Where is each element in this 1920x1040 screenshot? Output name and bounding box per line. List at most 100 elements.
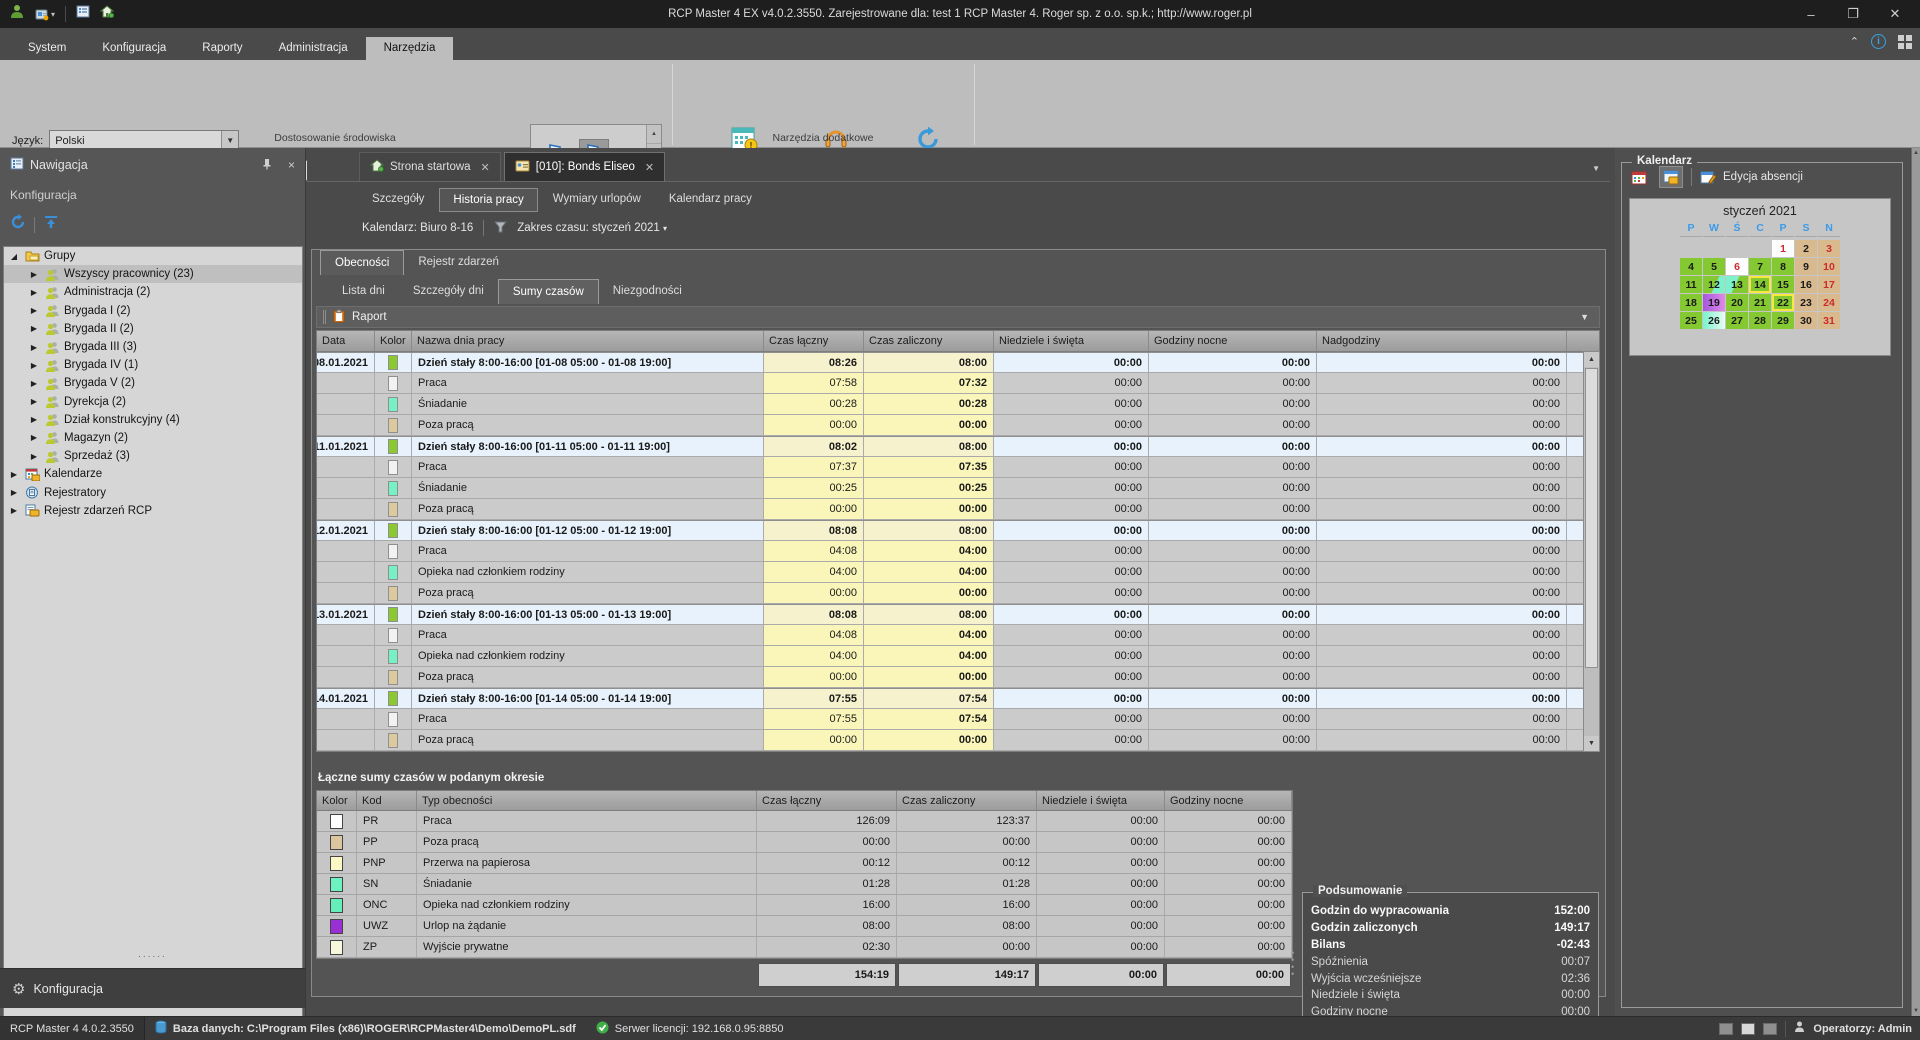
column-header[interactable]: Czas łączny <box>764 331 864 351</box>
collapsed-arrow-icon[interactable]: ▶ <box>28 270 40 279</box>
grid-row[interactable]: Śniadanie00:2800:2800:0000:0000:00 <box>317 394 1599 415</box>
scroll-up-icon[interactable]: ▲ <box>1584 352 1599 367</box>
collapsed-arrow-icon[interactable]: ▶ <box>8 506 20 515</box>
pin-icon[interactable] <box>262 158 272 173</box>
calendar-day[interactable]: 28 <box>1749 312 1771 329</box>
panel-splitter-grip[interactable]: ...... <box>0 949 305 960</box>
grid-row[interactable]: 14.01.2021Dzień stały 8:00-16:00 [01-14 … <box>317 688 1599 709</box>
grid-row[interactable]: Praca07:5507:5400:0000:0000:00 <box>317 709 1599 730</box>
menu-tab-system[interactable]: System <box>10 37 84 60</box>
tree-item[interactable]: ▶Rejestr zdarzeń RCP <box>4 502 302 520</box>
calendar-day[interactable]: 6 <box>1726 258 1748 275</box>
month-view-icon[interactable] <box>1627 166 1651 188</box>
collapsed-arrow-icon[interactable]: ▶ <box>28 324 40 333</box>
nav-footer-button[interactable]: ⚙ Konfiguracja <box>0 968 305 1008</box>
calendar-day[interactable]: 11 <box>1680 276 1702 293</box>
collapsed-arrow-icon[interactable]: ▶ <box>28 361 40 370</box>
tree-item[interactable]: ▶Kalendarze <box>4 465 302 483</box>
collapsed-arrow-icon[interactable]: ▶ <box>28 306 40 315</box>
tree-item[interactable]: ▶Brygada II (2) <box>4 320 302 338</box>
monitor-icon[interactable] <box>1719 1023 1733 1035</box>
column-header[interactable]: Godziny nocne <box>1165 791 1292 810</box>
grid-row[interactable]: Praca07:5807:3200:0000:0000:00 <box>317 373 1599 394</box>
collapse-band-icon[interactable]: ▼ <box>1580 312 1589 322</box>
tree-item[interactable]: ▶Dział konstrukcyjny (4) <box>4 411 302 429</box>
calendar-day[interactable]: 24 <box>1818 294 1840 311</box>
calendar-day[interactable]: 5 <box>1703 258 1725 275</box>
grid-row[interactable]: 11.01.2021Dzień stały 8:00-16:00 [01-11 … <box>317 436 1599 457</box>
column-header[interactable]: Data <box>317 331 375 351</box>
calendar-day[interactable]: 19 <box>1703 294 1725 311</box>
scroll-thumb[interactable] <box>1585 368 1598 668</box>
calendar-day[interactable]: 14 <box>1749 276 1771 293</box>
grid-row[interactable]: Praca04:0804:0000:0000:0000:00 <box>317 625 1599 646</box>
tree-item[interactable]: ▶Brygada IV (1) <box>4 356 302 374</box>
close-panel-icon[interactable]: × <box>288 158 295 172</box>
calendar-day[interactable]: 20 <box>1726 294 1748 311</box>
collapsed-arrow-icon[interactable]: ▶ <box>28 343 40 352</box>
menu-tab-konfiguracja[interactable]: Konfiguracja <box>84 37 184 60</box>
calendar-day[interactable]: 1 <box>1772 240 1794 257</box>
column-header[interactable]: Kolor <box>375 331 412 351</box>
tree-item[interactable]: ▶Wszyscy pracownicy (23) <box>4 265 302 283</box>
tree-item[interactable]: ▶Brygada III (3) <box>4 338 302 356</box>
section-tab[interactable]: Rejestr zdarzeń <box>404 250 513 275</box>
grid-row[interactable]: Opieka nad członkiem rodziny04:0004:0000… <box>317 646 1599 667</box>
calendar-day[interactable]: 7 <box>1749 258 1771 275</box>
calendar-day[interactable]: 4 <box>1680 258 1702 275</box>
calendar-day[interactable]: 21 <box>1749 294 1771 311</box>
document-tab[interactable]: [010]: Bonds Eliseo✕ <box>504 152 665 181</box>
grid-row[interactable]: 08.01.2021Dzień stały 8:00-16:00 [01-08 … <box>317 352 1599 373</box>
options-list-icon[interactable] <box>76 5 90 23</box>
maximize-button[interactable]: ❐ <box>1834 3 1872 25</box>
collapsed-arrow-icon[interactable]: ▶ <box>28 379 40 388</box>
grid-row[interactable]: Praca04:0804:0000:0000:0000:00 <box>317 541 1599 562</box>
calendar-day[interactable]: 13 <box>1726 276 1748 293</box>
sub-tab[interactable]: Lista dni <box>328 279 399 304</box>
calendar-day[interactable]: 25 <box>1680 312 1702 329</box>
view-tab[interactable]: Wymiary urlopów <box>540 188 654 212</box>
scroll-down-icon[interactable]: ▼ <box>1584 736 1599 751</box>
grid-row[interactable]: Praca07:3707:3500:0000:0000:00 <box>317 457 1599 478</box>
column-header[interactable]: Czas łączny <box>757 791 897 810</box>
collapsed-arrow-icon[interactable]: ▶ <box>28 452 40 461</box>
collapsed-arrow-icon[interactable]: ▶ <box>8 470 20 479</box>
tree-item[interactable]: ▶Sprzedaż (3) <box>4 447 302 465</box>
grid-row[interactable]: Poza pracą00:0000:0000:0000:0000:00 <box>317 415 1599 436</box>
document-tab[interactable]: Strona startowa✕ <box>359 152 501 181</box>
column-header[interactable]: Godziny nocne <box>1149 331 1317 351</box>
calendar-day[interactable]: 22 <box>1772 294 1794 311</box>
view-tab[interactable]: Szczegóły <box>359 188 437 212</box>
column-header[interactable]: Niedziele i święta <box>994 331 1149 351</box>
column-header[interactable]: Niedziele i święta <box>1037 791 1165 810</box>
calendar-day[interactable]: 31 <box>1818 312 1840 329</box>
totals-row[interactable]: PPPoza pracą00:0000:0000:0000:00 <box>317 832 1292 853</box>
menu-tab-narzędzia[interactable]: Narzędzia <box>366 37 454 60</box>
expanded-arrow-icon[interactable]: ◢ <box>8 252 20 261</box>
calendar-day[interactable]: 2 <box>1795 240 1817 257</box>
calendar-day[interactable]: 15 <box>1772 276 1794 293</box>
totals-row[interactable]: SNŚniadanie01:2801:2800:0000:00 <box>317 874 1292 895</box>
edit-absence-button[interactable]: Edycja absencji <box>1700 170 1803 185</box>
layout-grid-icon[interactable] <box>1898 35 1912 49</box>
column-header[interactable]: Nazwa dnia pracy <box>412 331 764 351</box>
keyboard-icon[interactable] <box>1741 1023 1755 1035</box>
sub-tab[interactable]: Sumy czasów <box>498 279 599 304</box>
tree-item[interactable]: ◢Grupy <box>4 247 302 265</box>
grid-row[interactable]: 13.01.2021Dzień stały 8:00-16:00 [01-13 … <box>317 604 1599 625</box>
column-header[interactable]: Typ obecności <box>417 791 757 810</box>
report-band[interactable]: Raport ▼ <box>316 306 1600 328</box>
column-header[interactable]: Czas zaliczony <box>864 331 994 351</box>
totals-row[interactable]: PRPraca126:09123:3700:0000:00 <box>317 811 1292 832</box>
calendar-day[interactable]: 17 <box>1818 276 1840 293</box>
collapsed-arrow-icon[interactable]: ▶ <box>28 288 40 297</box>
sub-tab[interactable]: Szczegóły dni <box>399 279 498 304</box>
minimize-button[interactable]: – <box>1792 3 1830 25</box>
tab-list-dropdown-icon[interactable]: ▼ <box>1592 164 1600 173</box>
view-tab[interactable]: Kalendarz pracy <box>656 188 765 212</box>
grid-row[interactable]: Poza pracą00:0000:0000:0000:0000:00 <box>317 583 1599 604</box>
grid-row[interactable]: Poza pracą00:0000:0000:0000:0000:00 <box>317 730 1599 751</box>
sub-tab[interactable]: Niezgodności <box>599 279 696 304</box>
totals-row[interactable]: PNPPrzerwa na papierosa00:1200:1200:0000… <box>317 853 1292 874</box>
grid-scrollbar[interactable]: ▲▼ <box>1583 351 1600 752</box>
